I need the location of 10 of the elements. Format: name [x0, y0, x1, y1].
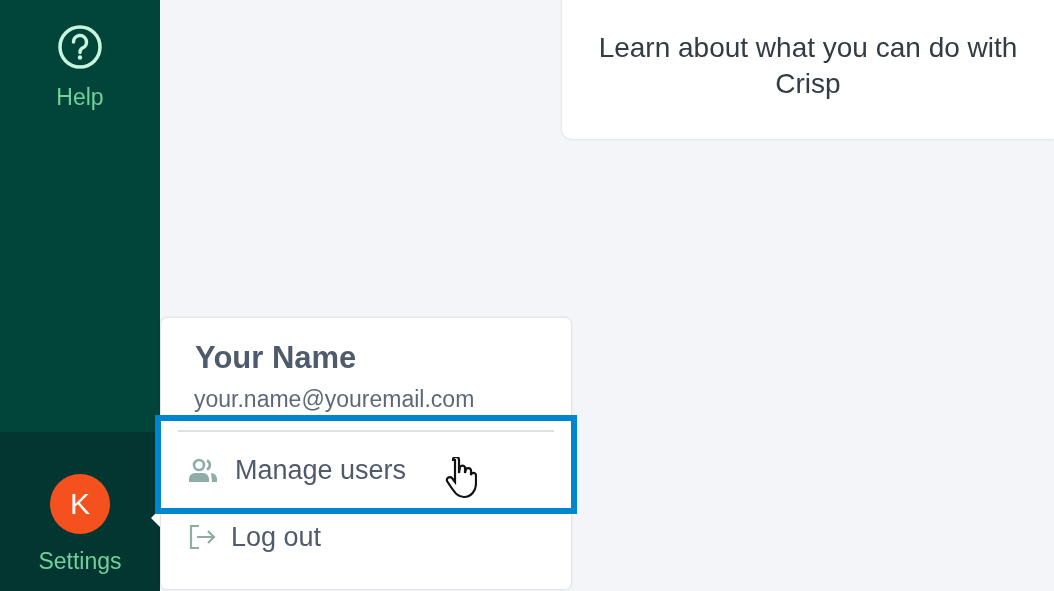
sidebar-label[interactable]: Settings: [38, 548, 122, 575]
user-name: Your Name: [195, 340, 358, 376]
logout-icon: [187, 523, 217, 551]
user-email: your.name@youremail.com: [194, 386, 476, 413]
menu-item[interactable]: Manage users: [155, 415, 577, 514]
card-text: Learn about what you can do with Crisp: [597, 31, 1019, 102]
sidebar-label[interactable]: Help: [56, 84, 104, 111]
help-icon: [57, 24, 103, 70]
hand-cursor-icon: [445, 457, 477, 499]
avatar[interactable]: K: [50, 474, 110, 534]
